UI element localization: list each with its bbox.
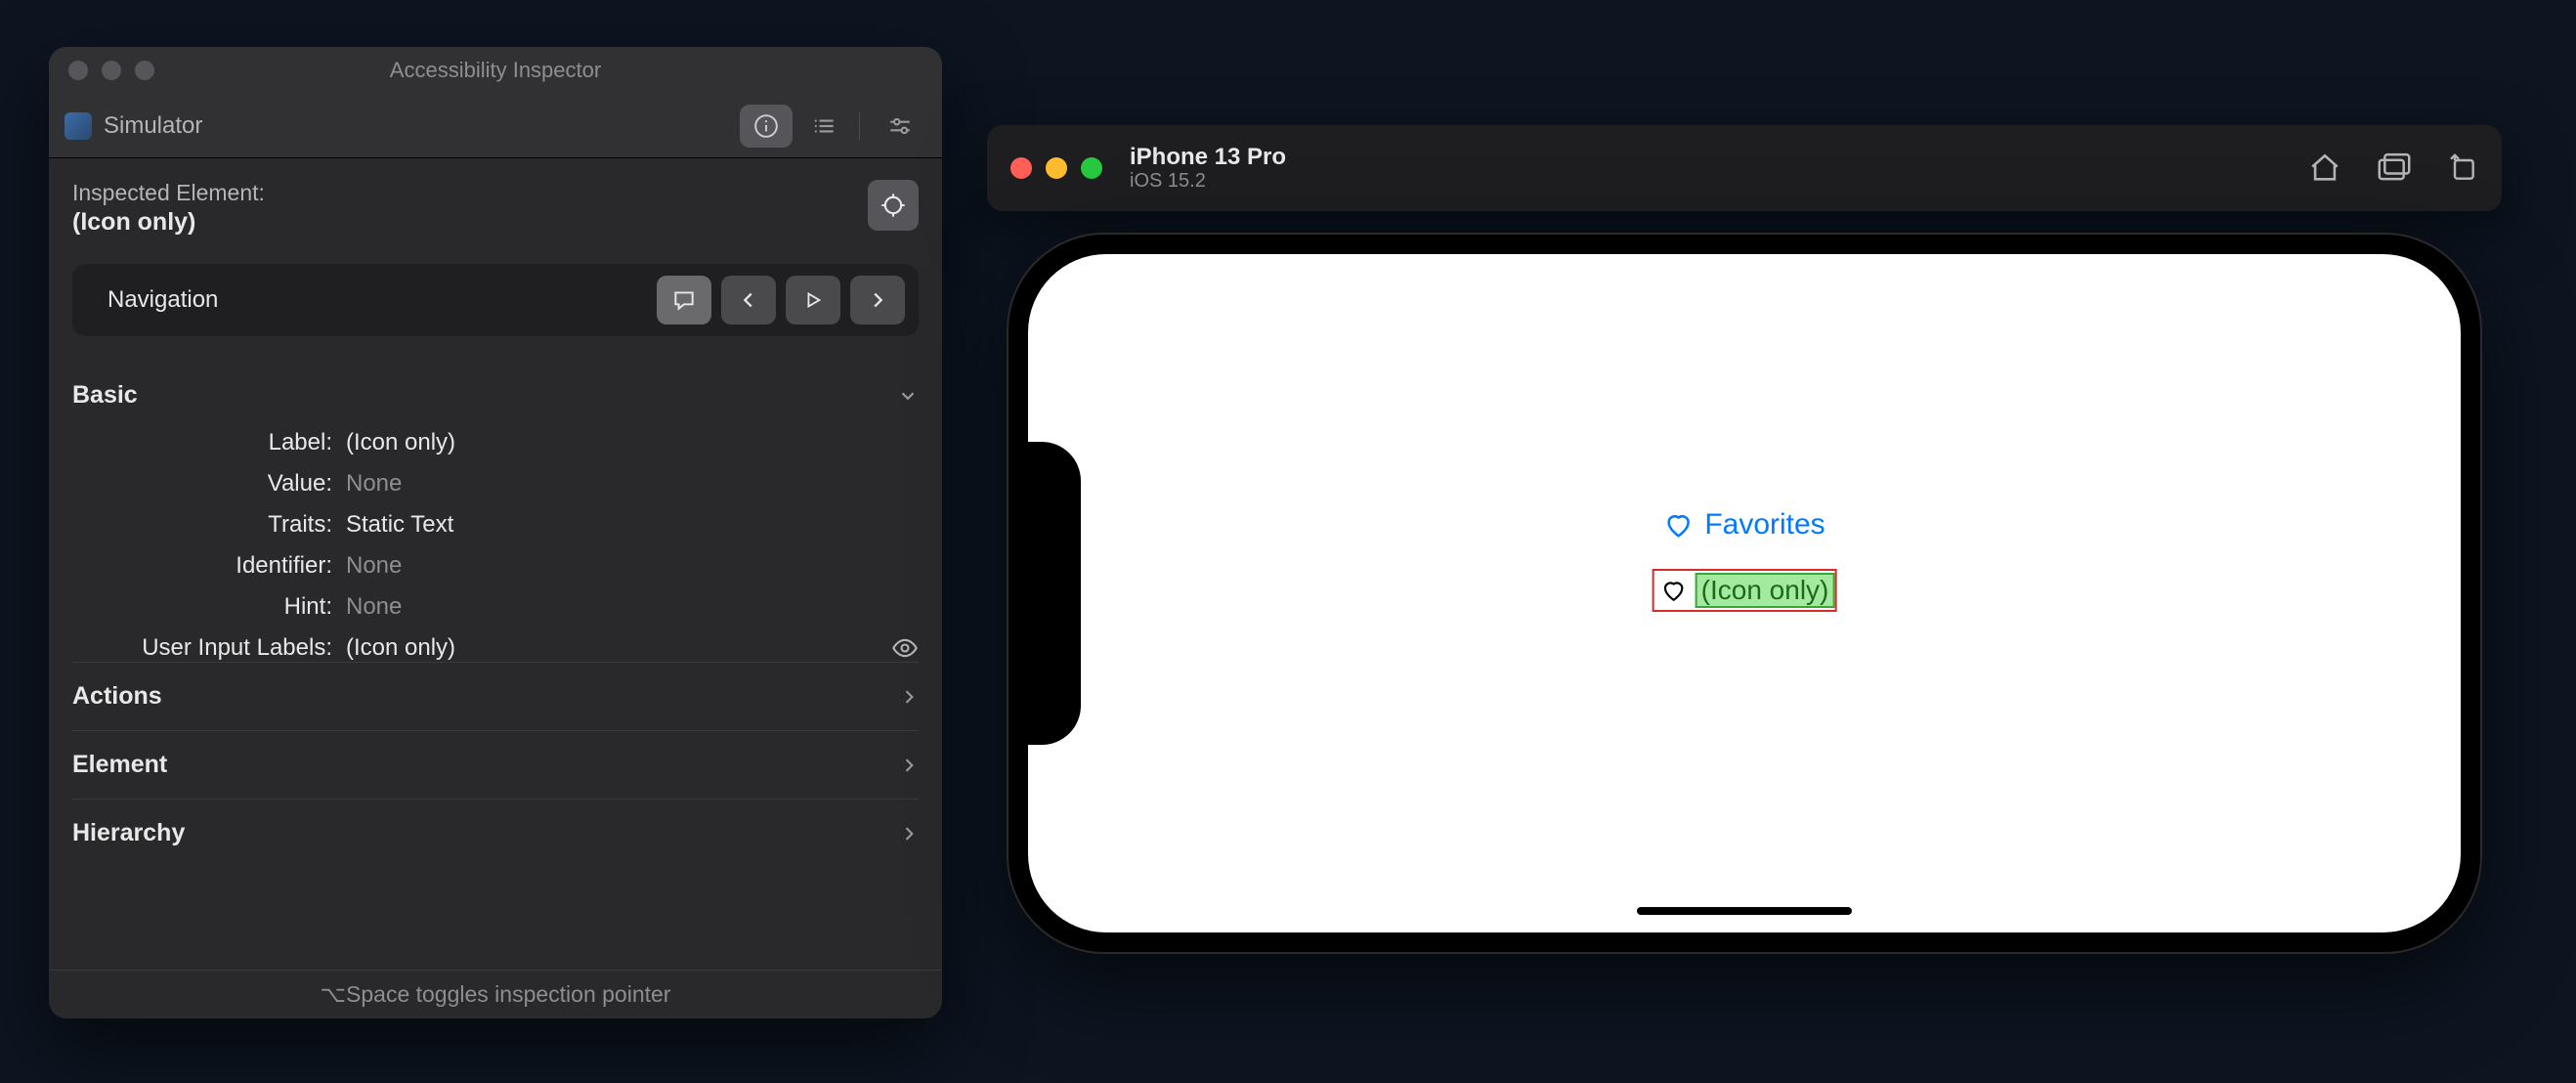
basic-section-title: Basic	[72, 381, 138, 410]
heart-icon	[1663, 510, 1693, 540]
basic-row-hint: Hint: None	[72, 593, 919, 621]
chevron-right-icon	[899, 756, 919, 775]
hierarchy-section-header[interactable]: Hierarchy	[72, 799, 919, 867]
target-element-button[interactable]	[868, 180, 919, 231]
basic-row-value: Value: None	[72, 470, 919, 498]
zoom-icon[interactable]	[135, 61, 154, 80]
basic-identifier-value: None	[346, 552, 402, 580]
chevron-right-icon	[899, 824, 919, 844]
info-circle-icon	[753, 113, 779, 139]
inspector-titlebar[interactable]: Accessibility Inspector	[49, 47, 942, 94]
basic-uil-key: User Input Labels:	[72, 634, 346, 662]
previous-button[interactable]	[721, 276, 776, 325]
chevron-down-icon	[897, 385, 919, 407]
element-section-header[interactable]: Element	[72, 730, 919, 799]
next-button[interactable]	[850, 276, 905, 325]
basic-section-header[interactable]: Basic	[72, 381, 919, 415]
home-icon[interactable]	[2308, 152, 2341, 185]
sliders-icon	[887, 113, 913, 139]
basic-label-value: (Icon only)	[346, 429, 455, 456]
element-title: Element	[72, 751, 167, 779]
device-notch	[1028, 442, 1081, 745]
chevron-right-icon	[867, 289, 888, 311]
speech-bubble-icon	[671, 287, 697, 313]
navigation-bar: Navigation	[72, 264, 919, 336]
basic-identifier-key: Identifier:	[72, 552, 346, 580]
basic-uil-value: (Icon only)	[346, 634, 455, 662]
simulator-device-name: iPhone 13 Pro	[1130, 144, 1286, 171]
favorites-button[interactable]: Favorites	[1663, 508, 1825, 542]
minimize-icon[interactable]	[102, 61, 121, 80]
basic-row-identifier: Identifier: None	[72, 552, 919, 580]
chevron-right-icon	[899, 687, 919, 707]
audit-mode-button[interactable]	[798, 105, 851, 148]
inspector-target-app[interactable]: Simulator	[104, 112, 202, 140]
settings-button[interactable]	[874, 105, 926, 148]
basic-traits-value: Static Text	[346, 511, 453, 539]
basic-value-key: Value:	[72, 470, 346, 498]
screenshot-icon[interactable]	[2377, 152, 2412, 185]
simulator-title-block: iPhone 13 Pro iOS 15.2	[1130, 144, 1286, 194]
device-frame: Favorites (Icon only)	[1007, 233, 2482, 954]
basic-traits-key: Traits:	[72, 511, 346, 539]
simulator-os-version: iOS 15.2	[1130, 170, 1286, 193]
inspect-mode-button[interactable]	[740, 105, 793, 148]
play-icon	[802, 289, 824, 311]
chevron-left-icon	[738, 289, 759, 311]
inspected-element-value: (Icon only)	[72, 208, 265, 237]
basic-row-traits: Traits: Static Text	[72, 511, 919, 539]
basic-hint-key: Hint:	[72, 593, 346, 621]
zoom-icon[interactable]	[1081, 157, 1102, 179]
icon-only-highlighted-element[interactable]: (Icon only)	[1653, 569, 1837, 612]
inspector-window-title: Accessibility Inspector	[49, 58, 942, 83]
audit-list-icon	[812, 113, 837, 139]
basic-row-user-input-labels: User Input Labels: (Icon only)	[72, 634, 919, 662]
minimize-icon[interactable]	[1046, 157, 1067, 179]
app-content: Favorites (Icon only)	[1653, 508, 1837, 612]
simulator-titlebar[interactable]: iPhone 13 Pro iOS 15.2	[987, 125, 2502, 211]
simulator-window: iPhone 13 Pro iOS 15.2 Favori	[987, 125, 2502, 954]
hierarchy-title: Hierarchy	[72, 819, 185, 847]
inspector-body: Inspected Element: (Icon only) Navigatio…	[49, 158, 942, 970]
favorites-label: Favorites	[1704, 508, 1825, 542]
close-icon[interactable]	[68, 61, 88, 80]
inspected-element-label: Inspected Element:	[72, 180, 265, 206]
close-icon[interactable]	[1010, 157, 1032, 179]
toolbar-separator	[859, 112, 860, 140]
basic-row-label: Label: (Icon only)	[72, 429, 919, 456]
icon-only-label: (Icon only)	[1696, 573, 1835, 608]
heart-icon	[1654, 571, 1694, 610]
speak-button[interactable]	[657, 276, 711, 325]
basic-value-value: None	[346, 470, 402, 498]
eye-icon[interactable]	[891, 634, 919, 662]
basic-section: Basic Label: (Icon only) Value: None Tra…	[72, 381, 919, 662]
basic-label-key: Label:	[72, 429, 346, 456]
basic-hint-value: None	[346, 593, 402, 621]
play-button[interactable]	[786, 276, 840, 325]
simulator-app-icon[interactable]	[64, 112, 92, 140]
inspector-toolbar: Simulator	[49, 94, 942, 158]
navigation-label: Navigation	[107, 286, 218, 314]
accessibility-inspector-window: Accessibility Inspector Simulator	[49, 47, 942, 1018]
traffic-lights[interactable]	[1010, 157, 1102, 179]
device-screen[interactable]: Favorites (Icon only)	[1028, 254, 2461, 932]
actions-title: Actions	[72, 682, 162, 711]
actions-section-header[interactable]: Actions	[72, 662, 919, 730]
crosshair-icon	[880, 192, 907, 219]
home-indicator[interactable]	[1637, 907, 1852, 915]
inspector-footer-hint: ⌥Space toggles inspection pointer	[49, 970, 942, 1018]
rotate-icon[interactable]	[2447, 152, 2478, 184]
traffic-lights[interactable]	[49, 61, 154, 80]
